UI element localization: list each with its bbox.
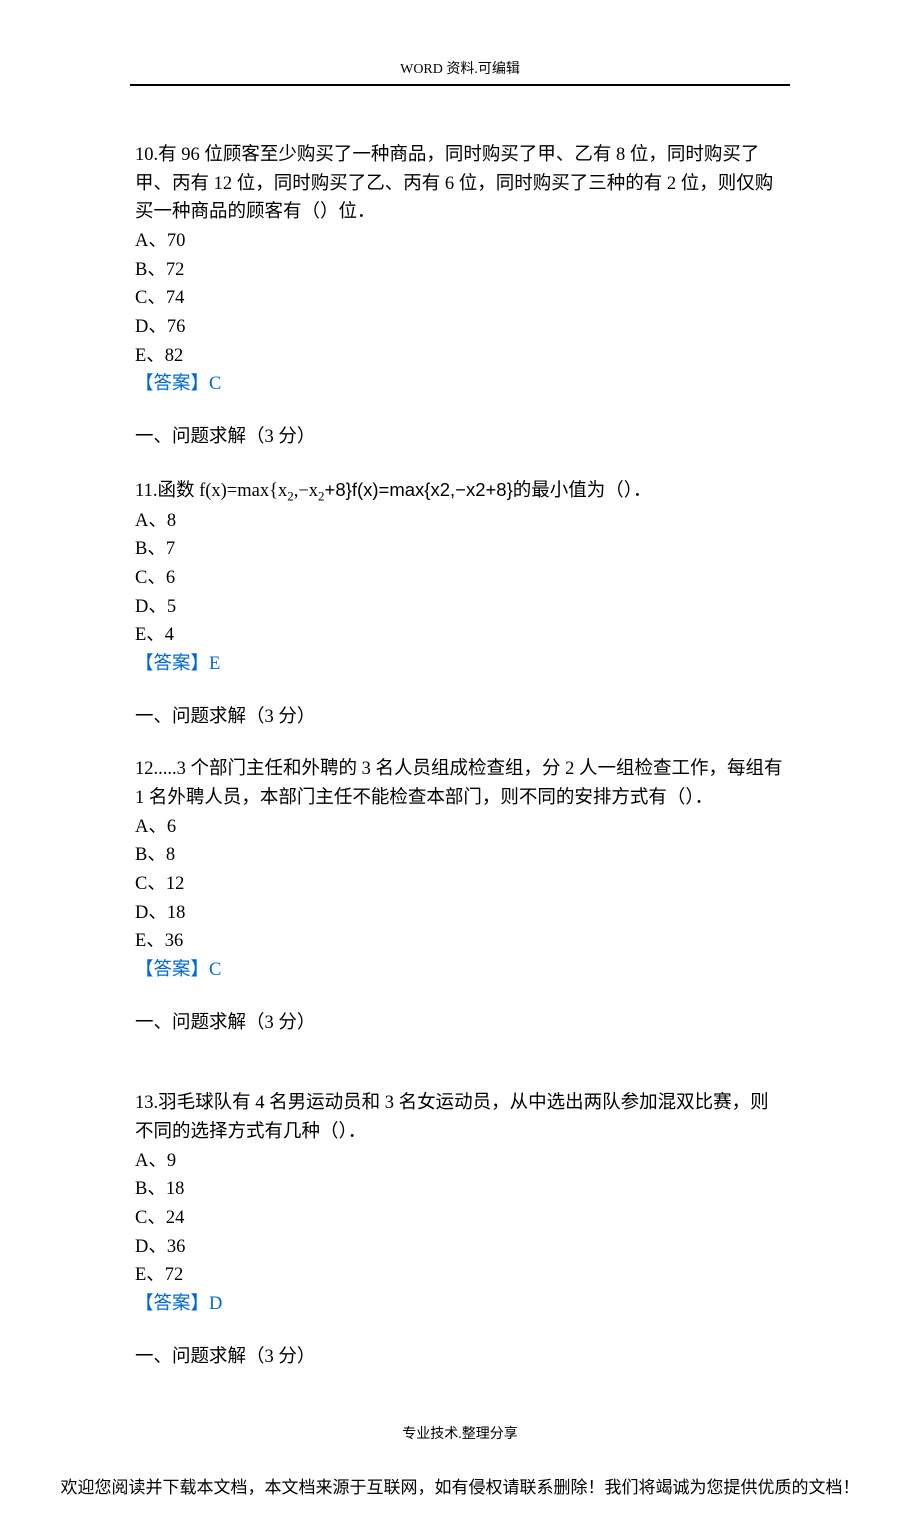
option-c: C、74 bbox=[135, 284, 785, 313]
option-c: C、12 bbox=[135, 870, 785, 899]
disclaimer: 欢迎您阅读并下载本文档，本文档来源于互联网，如有侵权请联系删除！我们将竭诚为您提… bbox=[0, 1473, 920, 1533]
option-e: E、4 bbox=[135, 621, 785, 650]
spacer bbox=[135, 1061, 785, 1089]
question-text: 11.函数 f(x)=max{x2,−x2+8}f(x)=max{x2,−x2+… bbox=[135, 476, 785, 507]
option-b: B、72 bbox=[135, 256, 785, 285]
question-12: 12.....3 个部门主任和外聘的 3 名人员组成检查组，分 2 人一组检查工… bbox=[135, 755, 785, 984]
option-b: B、7 bbox=[135, 535, 785, 564]
question-13: 13.羽毛球队有 4 名男运动员和 3 名女运动员，从中选出两队参加混双比赛，则… bbox=[135, 1089, 785, 1318]
section-label: 一、问题求解（3 分） bbox=[135, 423, 785, 452]
section-label: 一、问题求解（3 分） bbox=[135, 1009, 785, 1038]
option-a: A、9 bbox=[135, 1147, 785, 1176]
option-a: A、70 bbox=[135, 227, 785, 256]
document-content: 10.有 96 位顾客至少购买了一种商品，同时购买了甲、乙有 8 位，同时购买了… bbox=[0, 86, 920, 1415]
option-e: E、36 bbox=[135, 927, 785, 956]
page-footer: 专业技术.整理分享 bbox=[0, 1415, 920, 1473]
question-10: 10.有 96 位顾客至少购买了一种商品，同时购买了甲、乙有 8 位，同时购买了… bbox=[135, 141, 785, 399]
option-a: A、6 bbox=[135, 813, 785, 842]
question-text: 13.羽毛球队有 4 名男运动员和 3 名女运动员，从中选出两队参加混双比赛，则… bbox=[135, 1089, 785, 1146]
option-e: E、72 bbox=[135, 1261, 785, 1290]
disclaimer-text: 欢迎您阅读并下载本文档，本文档来源于互联网，如有侵权请联系删除！我们将竭诚为您提… bbox=[61, 1478, 860, 1497]
option-d: D、36 bbox=[135, 1233, 785, 1262]
option-c: C、6 bbox=[135, 564, 785, 593]
option-c: C、24 bbox=[135, 1204, 785, 1233]
page-header: WORD 资料.可编辑 bbox=[0, 0, 920, 84]
option-d: D、5 bbox=[135, 593, 785, 622]
option-d: D、18 bbox=[135, 899, 785, 928]
answer: 【答案】E bbox=[135, 654, 220, 674]
footer-text: 专业技术.整理分享 bbox=[402, 1427, 518, 1442]
question-11: 11.函数 f(x)=max{x2,−x2+8}f(x)=max{x2,−x2+… bbox=[135, 476, 785, 679]
answer: 【答案】C bbox=[135, 960, 221, 980]
answer: 【答案】C bbox=[135, 374, 221, 394]
question-text: 12.....3 个部门主任和外聘的 3 名人员组成检查组，分 2 人一组检查工… bbox=[135, 755, 785, 812]
option-b: B、8 bbox=[135, 841, 785, 870]
answer: 【答案】D bbox=[135, 1294, 222, 1314]
section-label: 一、问题求解（3 分） bbox=[135, 703, 785, 732]
header-text: WORD 资料.可编辑 bbox=[400, 62, 520, 77]
option-e: E、82 bbox=[135, 342, 785, 371]
option-b: B、18 bbox=[135, 1175, 785, 1204]
option-d: D、76 bbox=[135, 313, 785, 342]
section-label: 一、问题求解（3 分） bbox=[135, 1343, 785, 1372]
question-text: 10.有 96 位顾客至少购买了一种商品，同时购买了甲、乙有 8 位，同时购买了… bbox=[135, 141, 785, 227]
option-a: A、8 bbox=[135, 507, 785, 536]
